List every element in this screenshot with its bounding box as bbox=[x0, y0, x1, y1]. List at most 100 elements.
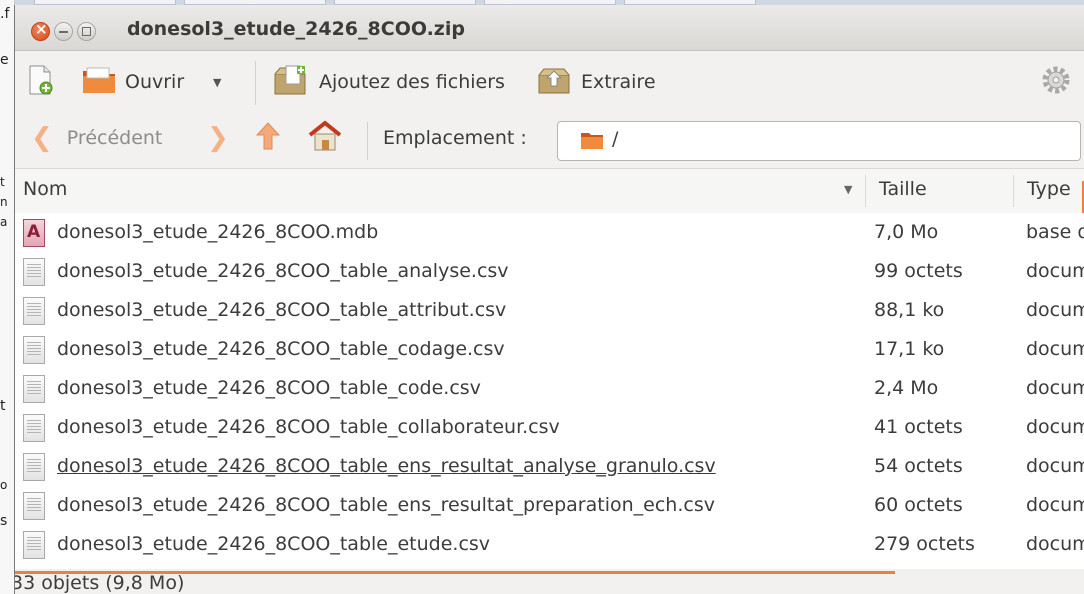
background-text: .f bbox=[0, 6, 10, 22]
status-text: 33 objets (9,8 Mo) bbox=[14, 572, 185, 594]
folder-icon bbox=[580, 130, 604, 154]
location-separator bbox=[367, 122, 368, 160]
file-name: donesol3_etude_2426_8COO_table_code.csv bbox=[57, 377, 481, 399]
file-name: donesol3_etude_2426_8COO_table_ens_resul… bbox=[57, 494, 715, 516]
forward-button[interactable]: ❯ bbox=[207, 121, 229, 155]
file-type: base d bbox=[1026, 221, 1084, 243]
text-file-icon bbox=[23, 375, 45, 403]
file-size: 99 octets bbox=[874, 260, 963, 282]
new-archive-button[interactable] bbox=[27, 65, 55, 99]
column-header-type[interactable]: Type bbox=[1027, 178, 1071, 200]
file-name: donesol3_etude_2426_8COO_table_analyse.c… bbox=[57, 260, 509, 282]
chevron-left-icon: ❮ bbox=[31, 123, 53, 153]
file-type: docum bbox=[1026, 494, 1084, 516]
file-type: docum bbox=[1026, 533, 1084, 555]
file-name: donesol3_etude_2426_8COO_table_etude.csv bbox=[57, 533, 491, 555]
text-file-icon bbox=[23, 531, 45, 559]
background-text: o bbox=[0, 478, 8, 492]
home-button[interactable] bbox=[307, 119, 343, 157]
file-name: donesol3_etude_2426_8COO.mdb bbox=[57, 221, 379, 243]
location-label: Emplacement : bbox=[383, 127, 527, 149]
text-file-icon bbox=[23, 258, 45, 286]
file-name: donesol3_etude_2426_8COO_table_collabora… bbox=[57, 416, 560, 438]
file-row[interactable]: donesol3_etude_2426_8COO_table_ens_resul… bbox=[15, 487, 1084, 526]
minimize-window-button[interactable] bbox=[54, 22, 73, 41]
file-row[interactable]: donesol3_etude_2426_8COO_table_etude.csv… bbox=[15, 526, 1084, 565]
file-type: docum bbox=[1026, 299, 1084, 321]
background-text: t bbox=[0, 398, 6, 414]
background-text: a bbox=[0, 215, 8, 229]
file-row[interactable]: donesol3_etude_2426_8COO_table_code.csv … bbox=[15, 370, 1084, 409]
background-text: n bbox=[0, 195, 8, 209]
text-file-icon bbox=[23, 492, 45, 520]
background-text: e bbox=[0, 52, 9, 68]
chevron-right-icon: ❯ bbox=[207, 123, 229, 153]
database-file-icon bbox=[23, 219, 45, 247]
background-window-edge: .f e t n a t o s bbox=[0, 0, 15, 594]
file-row[interactable]: donesol3_etude_2426_8COO_table_collabora… bbox=[15, 409, 1084, 448]
toolbar-separator bbox=[255, 61, 256, 105]
file-type: docum bbox=[1026, 377, 1084, 399]
file-size: 60 octets bbox=[874, 494, 963, 516]
file-row[interactable]: donesol3_etude_2426_8COO_table_ens_resul… bbox=[15, 448, 1084, 487]
text-file-icon bbox=[23, 453, 45, 481]
maximize-window-button[interactable] bbox=[77, 22, 96, 41]
column-header-size[interactable]: Taille bbox=[879, 178, 927, 200]
file-name: donesol3_etude_2426_8COO_table_attribut.… bbox=[57, 299, 507, 321]
add-files-label: Ajoutez des fichiers bbox=[319, 71, 505, 93]
background-text: t bbox=[0, 175, 5, 189]
location-path-text: / bbox=[612, 128, 619, 150]
file-row[interactable]: donesol3_etude_2426_8COO_table_attribut.… bbox=[15, 292, 1084, 331]
settings-button[interactable] bbox=[1040, 65, 1072, 99]
file-list-header: Nom ▼ Taille Type bbox=[15, 169, 1084, 275]
home-icon bbox=[307, 119, 343, 157]
window-title: donesol3_etude_2426_8COO.zip bbox=[127, 18, 465, 40]
file-row[interactable]: donesol3_etude_2426_8COO.mdb 7,0 Mo base… bbox=[15, 214, 1084, 253]
sort-descending-icon[interactable]: ▼ bbox=[844, 183, 852, 196]
parent-folder-button[interactable] bbox=[255, 121, 281, 155]
archive-manager-window: donesol3_etude_2426_8COO.zip bbox=[14, 5, 1084, 594]
file-list: donesol3_etude_2426_8COO.mdb 7,0 Mo base… bbox=[15, 213, 1084, 569]
back-button[interactable]: ❮ Précédent bbox=[31, 121, 162, 155]
file-size: 2,4 Mo bbox=[874, 377, 939, 399]
open-dropdown-button[interactable]: ▼ bbox=[213, 65, 221, 99]
add-files-button[interactable]: Ajoutez des fichiers bbox=[273, 65, 505, 99]
triangle-down-icon: ▼ bbox=[213, 75, 222, 89]
file-type: docum bbox=[1026, 338, 1084, 360]
file-name: donesol3_etude_2426_8COO_table_ens_resul… bbox=[57, 455, 716, 477]
file-size: 17,1 ko bbox=[874, 338, 945, 360]
extract-button[interactable]: Extraire bbox=[537, 65, 656, 99]
extract-label: Extraire bbox=[581, 71, 656, 93]
file-size: 279 octets bbox=[874, 533, 975, 555]
file-type: docum bbox=[1026, 416, 1084, 438]
close-window-button[interactable] bbox=[31, 20, 50, 41]
file-size: 7,0 Mo bbox=[874, 221, 939, 243]
file-type: docum bbox=[1026, 455, 1084, 477]
file-row[interactable]: donesol3_etude_2426_8COO_table_analyse.c… bbox=[15, 253, 1084, 292]
background-text: s bbox=[0, 513, 8, 529]
column-separator[interactable] bbox=[1013, 175, 1014, 207]
open-button[interactable]: Ouvrir bbox=[81, 65, 184, 99]
gear-icon bbox=[1040, 64, 1072, 101]
file-name: donesol3_etude_2426_8COO_table_codage.cs… bbox=[57, 338, 505, 360]
location-path-field[interactable]: / bbox=[557, 121, 1081, 161]
back-button-label: Précédent bbox=[66, 127, 163, 149]
title-bar[interactable]: donesol3_etude_2426_8COO.zip bbox=[15, 5, 1084, 51]
extract-icon bbox=[537, 65, 571, 100]
file-type: docum bbox=[1026, 260, 1084, 282]
text-file-icon bbox=[23, 414, 45, 442]
file-size: 88,1 ko bbox=[874, 299, 945, 321]
file-size: 41 octets bbox=[874, 416, 963, 438]
status-bar: 33 objets (9,8 Mo) bbox=[15, 569, 1084, 594]
add-files-icon bbox=[273, 64, 309, 101]
arrow-up-icon bbox=[255, 121, 281, 156]
folder-open-icon bbox=[81, 65, 117, 100]
text-file-icon bbox=[23, 336, 45, 364]
column-separator[interactable] bbox=[865, 175, 866, 207]
new-archive-icon bbox=[27, 64, 55, 101]
file-size: 54 octets bbox=[874, 455, 963, 477]
column-header-name[interactable]: Nom bbox=[23, 178, 67, 200]
location-bar: ❮ Précédent ❯ Emplacement : / bbox=[15, 116, 1084, 169]
file-row[interactable]: donesol3_etude_2426_8COO_table_codage.cs… bbox=[15, 331, 1084, 370]
main-toolbar: Ouvrir ▼ Ajoutez des fichiers Extraire bbox=[15, 51, 1084, 116]
